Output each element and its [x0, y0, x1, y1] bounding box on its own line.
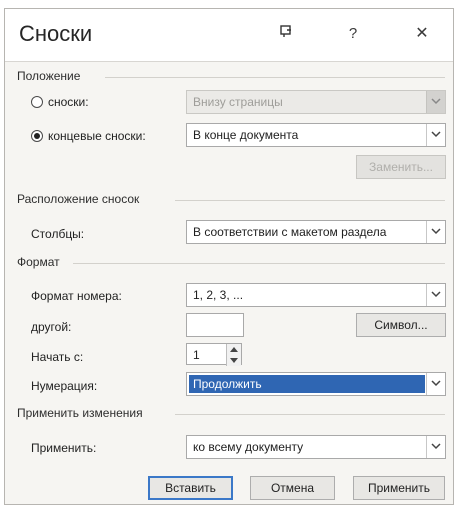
help-button[interactable]: ?: [342, 23, 364, 45]
footnotes-location-select[interactable]: Внизу страницы: [186, 90, 446, 114]
position-section-title: Положение: [17, 69, 81, 83]
apply-to-select[interactable]: ко всему документу: [186, 435, 446, 459]
numbering-select[interactable]: Продолжить: [186, 372, 446, 396]
apply-section-title: Применить изменения: [17, 406, 143, 420]
custom-mark-input[interactable]: [186, 313, 244, 337]
custom-mark-label: другой:: [31, 320, 72, 334]
spin-up-icon[interactable]: [230, 347, 238, 352]
dialog-title: Сноски: [19, 21, 93, 46]
endnotes-radio[interactable]: [31, 130, 43, 142]
footnotes-location-value: Внизу страницы: [193, 95, 283, 109]
layout-section-title: Расположение сносок: [17, 192, 140, 206]
apply-to-label: Применить:: [31, 441, 97, 455]
cancel-button[interactable]: Отмена: [250, 476, 335, 500]
close-button[interactable]: ✕: [411, 23, 433, 45]
position-divider: [105, 77, 445, 78]
number-format-value: 1, 2, 3, ...: [193, 288, 244, 302]
insert-button[interactable]: Вставить: [148, 476, 233, 500]
format-divider: [73, 263, 445, 264]
chevron-down-icon: [426, 221, 445, 243]
endnotes-location-select[interactable]: В конце документа: [186, 123, 446, 147]
symbol-button[interactable]: Символ...: [356, 313, 446, 337]
chevron-down-icon: [426, 436, 445, 458]
chevron-down-icon: [426, 373, 445, 395]
layout-divider: [175, 200, 445, 201]
number-format-label: Формат номера:: [31, 289, 122, 303]
columns-value: В соответствии с макетом раздела: [193, 225, 387, 239]
spin-down-icon[interactable]: [230, 358, 238, 363]
endnotes-location-value: В конце документа: [193, 128, 299, 142]
numbering-value: Продолжить: [193, 377, 262, 391]
chevron-down-icon: [426, 284, 445, 306]
footnotes-radio[interactable]: [31, 96, 43, 108]
apply-button[interactable]: Применить: [353, 476, 445, 500]
start-at-spinner[interactable]: 1: [186, 343, 242, 366]
columns-select[interactable]: В соответствии с макетом раздела: [186, 220, 446, 244]
apply-divider: [175, 414, 445, 415]
chevron-down-icon: [426, 91, 445, 113]
endnotes-label: концевые сноски:: [48, 129, 146, 143]
start-at-label: Начать с:: [31, 350, 84, 364]
start-at-value: 1: [193, 348, 200, 362]
spinner-arrows[interactable]: [226, 344, 241, 366]
format-section-title: Формат: [17, 255, 60, 269]
footnotes-label: сноски:: [48, 95, 89, 109]
number-format-select[interactable]: 1, 2, 3, ...: [186, 283, 446, 307]
replace-button[interactable]: Заменить...: [356, 155, 446, 179]
numbering-label: Нумерация:: [31, 379, 98, 393]
title-bar: Сноски ? ✕: [5, 9, 453, 62]
columns-label: Столбцы:: [31, 227, 85, 241]
apply-to-value: ко всему документу: [193, 440, 304, 454]
pin-icon[interactable]: [275, 23, 297, 45]
chevron-down-icon: [426, 124, 445, 146]
footnotes-dialog: Сноски ? ✕ Положение сноски: Внизу стран…: [4, 8, 454, 505]
